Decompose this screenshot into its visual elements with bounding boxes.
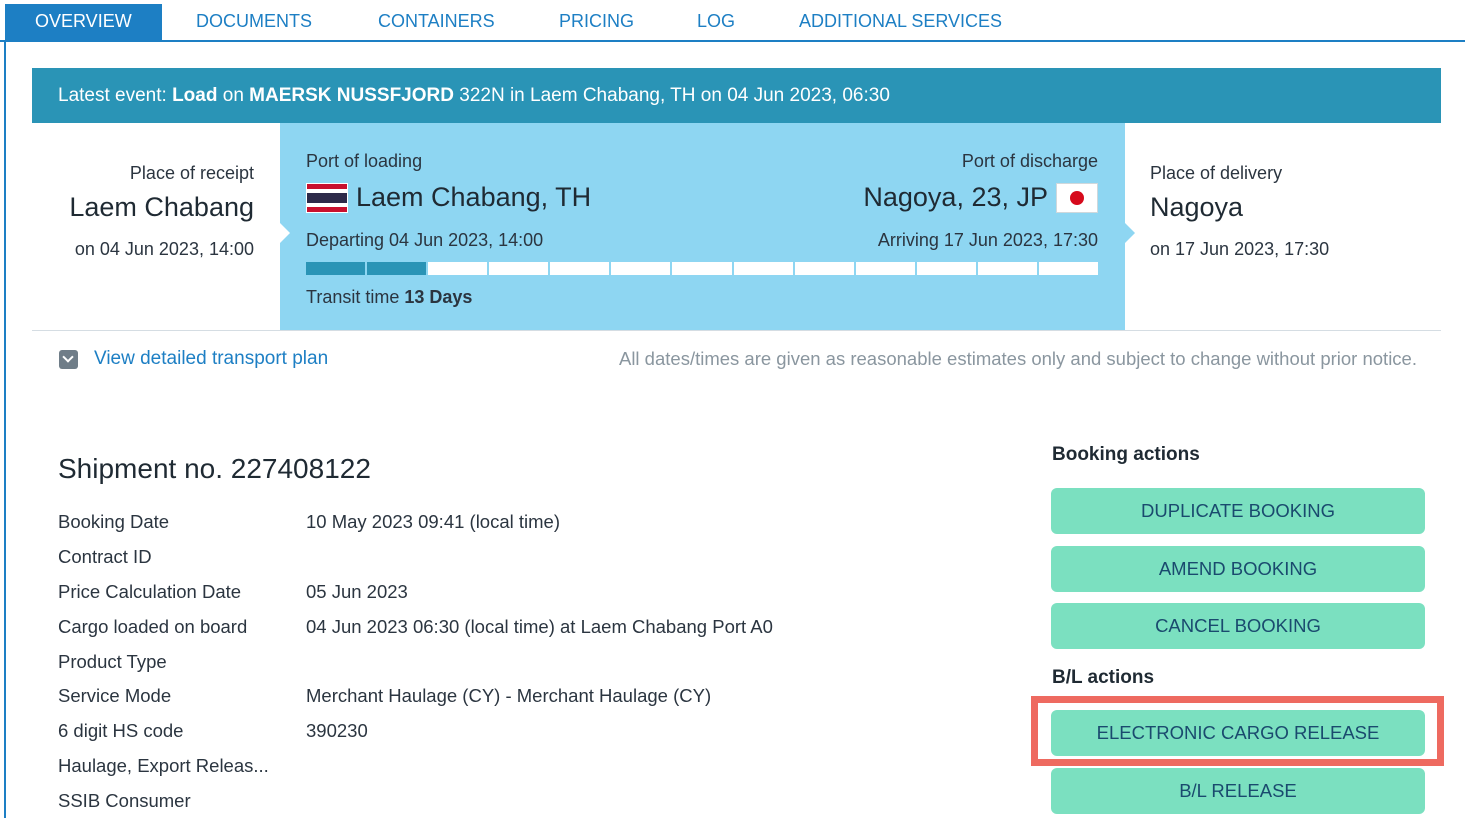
tab-overview[interactable]: OVERVIEW (5, 4, 162, 42)
detail-key: 6 digit HS code (58, 720, 184, 742)
latest-event-type: Load (172, 85, 218, 106)
progress-segment (855, 262, 915, 275)
detail-row: Contract ID (58, 540, 958, 575)
japan-flag-icon (1056, 182, 1098, 213)
port-of-loading-label: Port of loading (306, 151, 423, 171)
detail-key: Service Mode (58, 685, 172, 707)
bl-release-button[interactable]: B/L RELEASE (1051, 768, 1425, 814)
tab-additional-services[interactable]: ADDITIONAL SERVICES (799, 4, 1002, 42)
transit-progress-bar (306, 262, 1099, 275)
detail-row: SSIB Consumer (58, 783, 958, 818)
transit-time-value: 13 Days (404, 287, 473, 307)
detail-value: 10 May 2023 09:41 (local time) (306, 511, 560, 533)
detail-value: 390230 (306, 720, 368, 742)
detail-key: SSIB Consumer (58, 789, 191, 811)
place-of-receipt: Place of receipt Laem Chabang on 04 Jun … (32, 123, 280, 329)
latest-event-on: on (217, 85, 250, 106)
latest-event-vessel: MAERSK NUSSFJORD (249, 85, 454, 106)
progress-segment (611, 262, 671, 275)
shipment-details: Booking Date 10 May 2023 09:41 (local tim… (58, 505, 958, 818)
receipt-label: Place of receipt (129, 163, 254, 183)
progress-segment (428, 262, 488, 275)
progress-segment (306, 262, 366, 275)
progress-segment (977, 262, 1037, 275)
detail-key: Cargo loaded on board (58, 615, 248, 637)
progress-segment (367, 262, 427, 275)
tab-containers[interactable]: CONTAINERS (378, 4, 495, 42)
receipt-name: Laem Chabang (69, 192, 254, 222)
detail-row: Cargo loaded on board 04 Jun 2023 06:30 (… (58, 609, 958, 644)
progress-segment (1038, 262, 1099, 275)
detail-row: Haulage, Export Releas... (58, 749, 958, 784)
view-transport-plan-label: View detailed transport plan (94, 348, 329, 369)
delivery-name: Nagoya (1150, 192, 1244, 222)
transit-time: Transit time 13 Days (306, 287, 472, 308)
thailand-flag-icon (306, 182, 348, 213)
port-of-loading: Laem Chabang, TH (306, 182, 591, 213)
detail-key: Product Type (58, 650, 167, 672)
latest-event-banner: Latest event: Load on MAERSK NUSSFJORD 3… (32, 68, 1441, 123)
port-of-discharge-name: Nagoya, 23, JP (863, 182, 1048, 212)
transit-time-label: Transit time (306, 287, 405, 307)
tab-log[interactable]: LOG (697, 4, 735, 42)
departing-date: Departing 04 Jun 2023, 14:00 (306, 230, 544, 250)
latest-event-details: 322N in Laem Chabang, TH on 04 Jun 2023,… (453, 85, 890, 106)
estimate-disclaimer: All dates/times are given as reasonable … (618, 348, 1417, 369)
cancel-booking-button[interactable]: CANCEL BOOKING (1051, 603, 1425, 649)
detail-value: 05 Jun 2023 (306, 580, 408, 602)
port-of-loading-name: Laem Chabang, TH (356, 182, 592, 212)
delivery-label: Place of delivery (1150, 163, 1283, 183)
detail-row: Booking Date 10 May 2023 09:41 (local tim… (58, 505, 958, 540)
detail-key: Contract ID (58, 546, 152, 568)
shipment-title: Shipment no. 227408122 (58, 453, 371, 484)
divider (32, 330, 1441, 331)
booking-actions-heading: Booking actions (1052, 444, 1200, 465)
tab-pricing[interactable]: PRICING (559, 4, 634, 42)
progress-segment (794, 262, 854, 275)
progress-segment (916, 262, 976, 275)
detail-value: Merchant Haulage (CY) - Merchant Haulage… (306, 685, 712, 707)
detail-key: Haulage, Export Releas... (58, 754, 269, 776)
view-transport-plan-link[interactable]: View detailed transport plan (59, 348, 328, 370)
detail-row: Price Calculation Date 05 Jun 2023 (58, 575, 958, 610)
latest-event-prefix: Latest event: (58, 85, 173, 106)
progress-segment (672, 262, 732, 275)
progress-segment (733, 262, 793, 275)
duplicate-booking-button[interactable]: DUPLICATE BOOKING (1051, 488, 1425, 534)
delivery-date: on 17 Jun 2023, 17:30 (1150, 239, 1330, 259)
detail-row: 6 digit HS code 390230 (58, 714, 958, 749)
bl-actions-heading: B/L actions (1052, 667, 1155, 688)
detail-key: Price Calculation Date (58, 580, 242, 602)
highlight-box (1031, 696, 1444, 766)
progress-segment (489, 262, 549, 275)
progress-segment (550, 262, 610, 275)
port-of-discharge-label: Port of discharge (961, 151, 1098, 171)
tab-bar: OVERVIEW DOCUMENTS CONTAINERS PRICING LO… (0, 0, 1465, 42)
detail-key: Booking Date (58, 511, 170, 533)
content-left-border (4, 42, 6, 818)
detail-value: 04 Jun 2023 06:30 (local time) at Laem C… (306, 615, 773, 637)
place-of-delivery: Place of delivery Nagoya on 17 Jun 2023,… (1125, 123, 1441, 329)
receipt-date: on 04 Jun 2023, 14:00 (74, 239, 254, 259)
port-of-discharge: Nagoya, 23, JP (863, 182, 1098, 213)
chevron-down-icon (59, 349, 78, 369)
tab-documents[interactable]: DOCUMENTS (196, 4, 312, 42)
detail-row: Product Type (58, 644, 958, 679)
port-route-panel: Port of loading Port of discharge Laem C… (280, 123, 1135, 330)
arriving-date: Arriving 17 Jun 2023, 17:30 (877, 230, 1098, 250)
amend-booking-button[interactable]: AMEND BOOKING (1051, 546, 1425, 592)
detail-row: Service Mode Merchant Haulage (CY) - Merc… (58, 679, 958, 714)
